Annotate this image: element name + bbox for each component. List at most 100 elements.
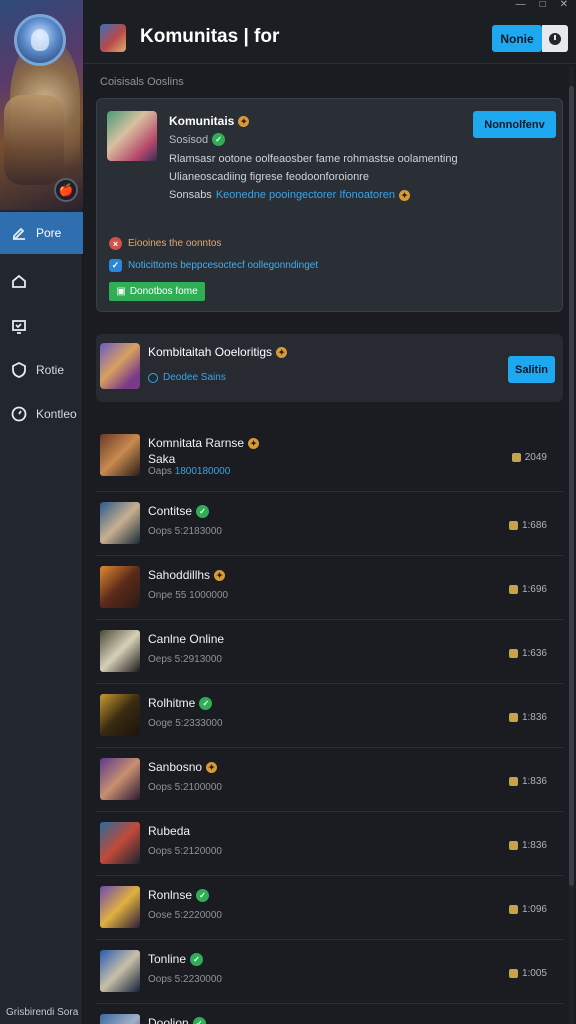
community-avatar[interactable] [107,111,157,161]
status-tag-text: Donotbos fome [129,286,198,297]
trophy-icon [508,969,518,978]
member-name: Doolion ✓ [148,1016,206,1024]
member-meta: Ooge 5:2333000 [148,718,223,729]
trophy-icon [508,521,518,530]
verified-icon: ✓ [212,133,226,146]
sidebar-item-screen[interactable] [0,306,83,348]
gold-badge-icon: ✦ [276,346,288,358]
list-item[interactable]: Sanbosno ✦ Oops 5:2100000 1:836 [96,748,563,812]
scrollbar[interactable] [569,66,574,1024]
edit-icon [10,224,28,242]
member-name: Canlne Online [148,632,224,646]
community-description-line: Sonsabs Keonedne pooingectorer Ifonoator… [169,189,411,201]
community-subtitle-text: Sosisod [169,133,209,146]
member-score: 1:096 [508,904,547,915]
member-score-value: 1:836 [521,840,547,851]
hero-armor [4,95,64,185]
tag-icon: ▣ [116,286,126,297]
member-meta-text: Oops 5:2120000 [148,846,222,857]
member-avatar[interactable] [100,886,140,928]
home-icon [10,272,28,290]
header-primary-button[interactable]: Nonie [492,25,542,52]
minimize-button[interactable]: — [516,0,526,10]
section-label: Coisisals Ooslins [100,76,184,88]
member-name-text: Contitse [148,504,193,518]
verified-icon: ✓ [190,952,204,966]
member-score-value: 1:096 [521,904,547,915]
member-name-text: Sahoddillhs [148,568,211,582]
info-icon [148,372,158,383]
status-tag[interactable]: ▣ Donotbos fome [109,282,205,301]
app-window: 🍎 Pore Rotie Kontleo Grisbirendi Sora — … [0,0,576,1024]
list-item[interactable]: Contitse ✓ Oops 5:2183000 1:686 [96,492,563,556]
community-subtitle: Sosisod ✓ [169,133,226,146]
screen-icon [10,318,28,336]
community-card-secondary: Kombitaitah Ooeloritigs ✦ Deodee Sains S… [96,334,563,402]
maximize-button[interactable]: □ [540,0,546,10]
trophy-icon [508,841,518,850]
list-item[interactable]: Sahoddillhs ✦ Onpe 55 1000000 1:696 [96,556,563,620]
join-button[interactable]: Nonnolfenv [473,111,556,138]
member-meta-text: Ooge 5:2333000 [148,718,223,729]
member-avatar[interactable] [100,694,140,736]
member-avatar[interactable] [100,566,140,608]
checkbox-icon[interactable]: ✓ [109,259,122,272]
member-score: 1:696 [508,584,547,595]
notification-option[interactable]: ✓ Noticittoms beppcesoctecf oollegonndin… [109,259,318,272]
community-subtitle[interactable]: Deodee Sains [148,372,226,383]
sidebar-item-kontleo[interactable]: Kontleo [0,393,83,435]
member-score-value: 1:686 [521,520,547,531]
clock-icon [549,32,561,45]
member-meta: Oeps 5:2913000 [148,654,222,665]
trophy-icon [508,777,518,786]
member-avatar[interactable] [100,434,140,476]
member-meta: Oops 5:2120000 [148,846,222,857]
member-name-line2: Saka [148,452,176,466]
list-item[interactable]: Canlne Online Oeps 5:2913000 1:636 [96,620,563,684]
member-avatar[interactable] [100,502,140,544]
member-avatar[interactable] [100,758,140,800]
member-score-value: 1:836 [521,776,547,787]
join-button[interactable]: Salitin [508,356,555,383]
member-meta-text: Oaps [148,466,172,477]
member-avatar[interactable] [100,1014,140,1024]
community-avatar[interactable] [100,343,140,389]
member-name-text: Doolion [148,1016,189,1024]
sidebar-item-pore[interactable]: Pore [0,212,83,254]
member-meta: Oose 5:2220000 [148,910,222,921]
close-button[interactable]: ✕ [560,0,568,10]
member-avatar[interactable] [100,822,140,864]
header-clock-button[interactable] [542,25,568,52]
sidebar-item-rotie[interactable]: Rotie [0,349,83,391]
top-bar: — □ ✕ Komunitas | for Nonie [84,0,576,64]
trophy-icon [508,905,518,914]
member-meta-highlight: 1800180000 [174,466,231,477]
list-item[interactable]: Tonline ✓ Oops 5:2230000 1:005 [96,940,563,1004]
community-description-line: Ulianeoscadiing figrese feodoonforoionre [169,171,369,183]
list-item[interactable]: Ronlnse ✓ Oose 5:2220000 1:096 [96,876,563,940]
sidebar-item-home[interactable] [0,260,83,302]
list-item[interactable]: Komnitata Rarnse ✦ Saka Oaps 1800180000 2049 [96,424,563,492]
list-item[interactable]: Rolhitme ✓ Ooge 5:2333000 1:836 [96,684,563,748]
list-item[interactable]: Rubeda Oops 5:2120000 1:836 [96,812,563,876]
member-meta-text: Oops 5:2230000 [148,974,222,985]
trophy-icon [508,713,518,722]
list-item[interactable]: Doolion ✓ [96,1004,563,1024]
member-name: Rolhitme ✓ [148,696,213,710]
member-score-value: 1:836 [521,712,547,723]
warning-text: Eiooines the oonntos [128,238,222,249]
trophy-icon [508,585,518,594]
gold-badge-icon: ✦ [214,569,226,581]
member-name: Sanbosno ✦ [148,760,218,774]
member-name: Rubeda [148,824,190,838]
apple-icon[interactable]: 🍎 [54,178,78,202]
verified-icon: ✓ [196,504,210,518]
member-avatar[interactable] [100,950,140,992]
sidebar-item-label: Pore [36,226,62,240]
member-avatar[interactable] [100,630,140,672]
scrollbar-thumb[interactable] [569,86,574,886]
member-name-text: Komnitata Rarnse [148,436,245,450]
profile-avatar[interactable] [14,14,66,66]
sidebar: 🍎 Pore Rotie Kontleo Grisbirendi Sora [0,0,83,1024]
description-link[interactable]: Keonedne pooingectorer Ifonoatoren [216,189,395,201]
